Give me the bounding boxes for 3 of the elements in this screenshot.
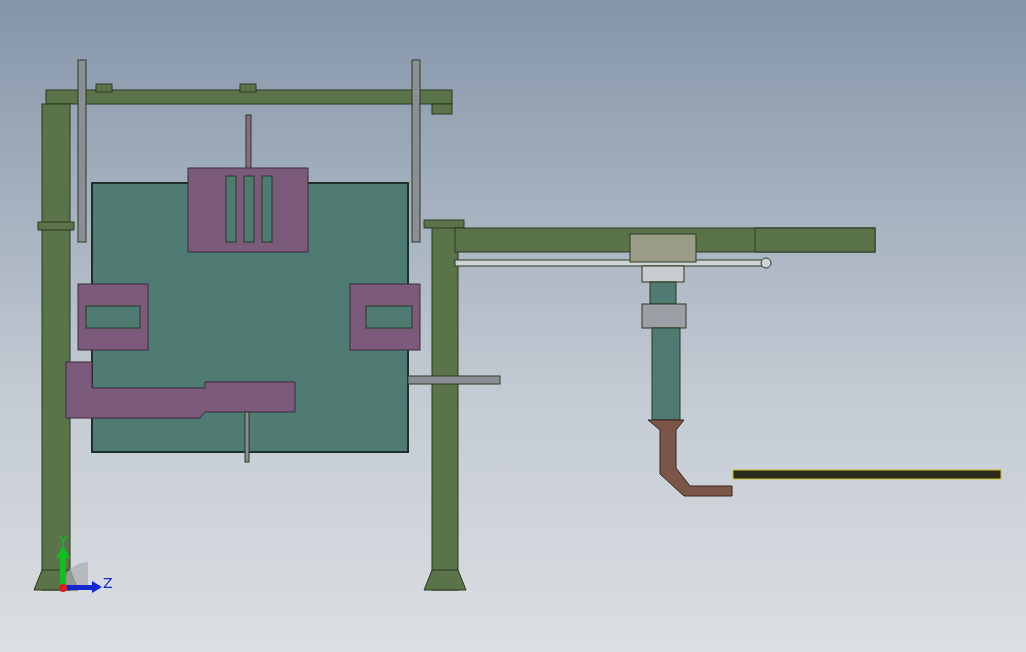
axis-label: Z <box>103 575 113 591</box>
axis-triad-icon <box>56 546 102 593</box>
axis-label: Y <box>59 533 68 549</box>
